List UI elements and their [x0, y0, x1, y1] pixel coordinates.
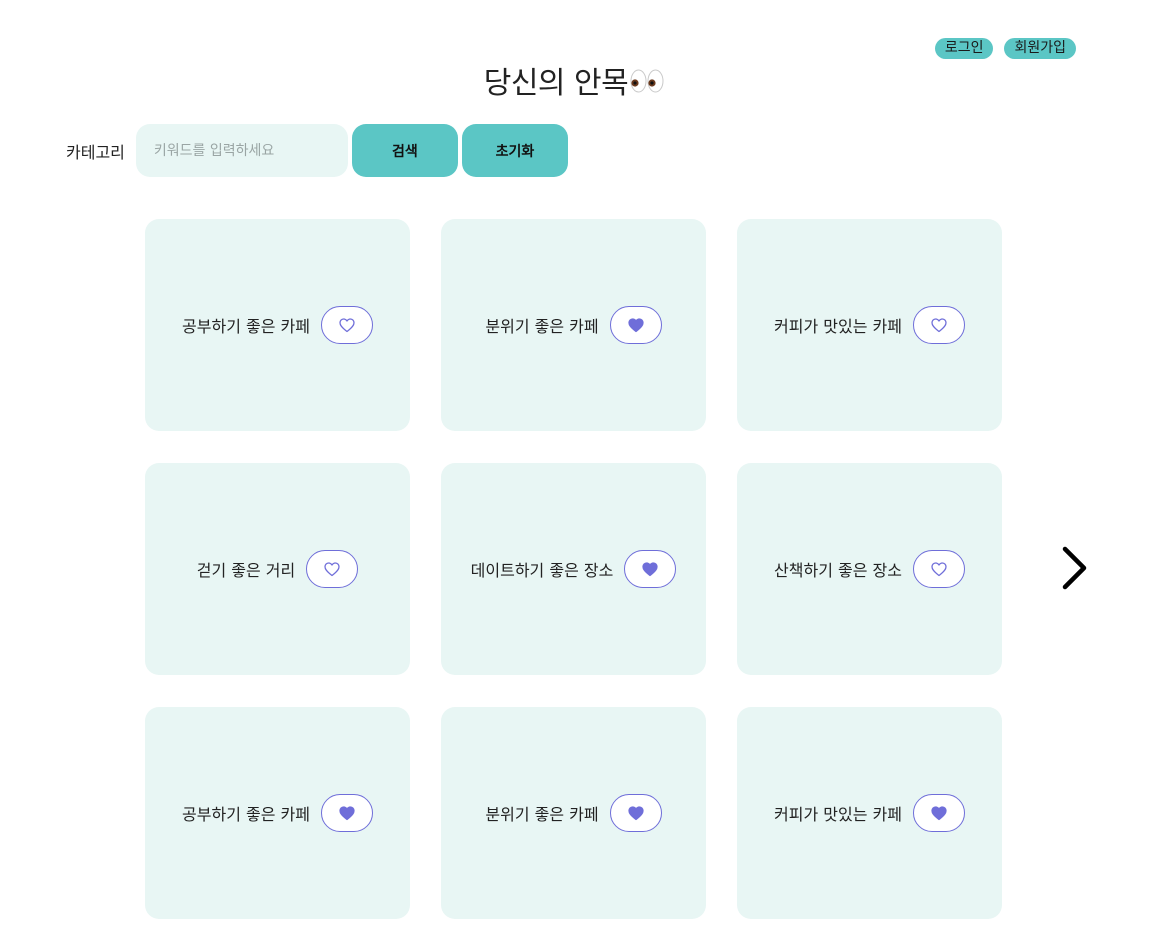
place-card[interactable]: 분위기 좋은 카페 [441, 219, 706, 431]
keyword-input[interactable] [135, 124, 348, 177]
place-card[interactable]: 산책하기 좋은 장소 [737, 463, 1002, 675]
like-button[interactable] [609, 794, 662, 832]
like-button[interactable] [320, 794, 373, 832]
like-button[interactable] [624, 550, 677, 588]
card-title: 공부하기 좋은 카페 [182, 317, 310, 336]
place-card[interactable]: 공부하기 좋은 카페 [145, 219, 410, 431]
page-title-container: 당신의 안목 [0, 58, 1148, 104]
auth-links: 로그인 회원가입 [934, 38, 1076, 59]
card-title: 데이트하기 좋은 장소 [470, 561, 614, 580]
place-card[interactable]: 커피가 맛있는 카페 [737, 219, 1002, 431]
heart-icon [627, 805, 644, 821]
like-button[interactable] [320, 306, 373, 344]
search-button[interactable]: 검색 [351, 124, 458, 177]
card-title: 공부하기 좋은 카페 [182, 805, 310, 824]
card-title: 분위기 좋은 카페 [485, 317, 599, 336]
heart-icon [339, 317, 355, 333]
place-card[interactable]: 데이트하기 좋은 장소 [441, 463, 706, 675]
like-button[interactable] [306, 550, 359, 588]
chevron-right-icon[interactable] [1054, 544, 1094, 592]
heart-icon [931, 561, 947, 577]
page-title: 당신의 안목 [483, 66, 629, 101]
like-button[interactable] [912, 306, 965, 344]
heart-icon [931, 805, 947, 821]
card-title: 분위기 좋은 카페 [485, 805, 599, 824]
card-title: 커피가 맛있는 카페 [774, 317, 902, 336]
like-button[interactable] [609, 306, 662, 344]
heart-icon [339, 805, 355, 821]
reset-button[interactable]: 초기화 [461, 124, 568, 177]
eyes-icon [630, 66, 664, 104]
heart-icon [931, 317, 947, 333]
place-card[interactable]: 분위기 좋은 카페 [441, 707, 706, 919]
heart-icon [324, 561, 340, 577]
card-title: 산책하기 좋은 장소 [774, 561, 902, 580]
like-button[interactable] [912, 550, 965, 588]
place-card[interactable]: 공부하기 좋은 카페 [145, 707, 410, 919]
card-title: 걷기 좋은 거리 [196, 561, 296, 580]
like-button[interactable] [912, 794, 965, 832]
heart-icon [642, 561, 658, 577]
card-grid: 공부하기 좋은 카페 분위기 좋은 카페 커피가 맛있는 카페 걷기 좋은 거리 데이트… [145, 219, 1002, 919]
category-label: 카테고리 [66, 142, 125, 162]
place-card[interactable]: 커피가 맛있는 카페 [737, 707, 1002, 919]
login-button[interactable]: 로그인 [934, 38, 994, 59]
search-bar: 카테고리 검색 초기화 [66, 124, 568, 177]
signup-button[interactable]: 회원가입 [1004, 38, 1076, 59]
heart-icon [627, 317, 644, 333]
card-title: 커피가 맛있는 카페 [774, 805, 902, 824]
place-card[interactable]: 걷기 좋은 거리 [145, 463, 410, 675]
